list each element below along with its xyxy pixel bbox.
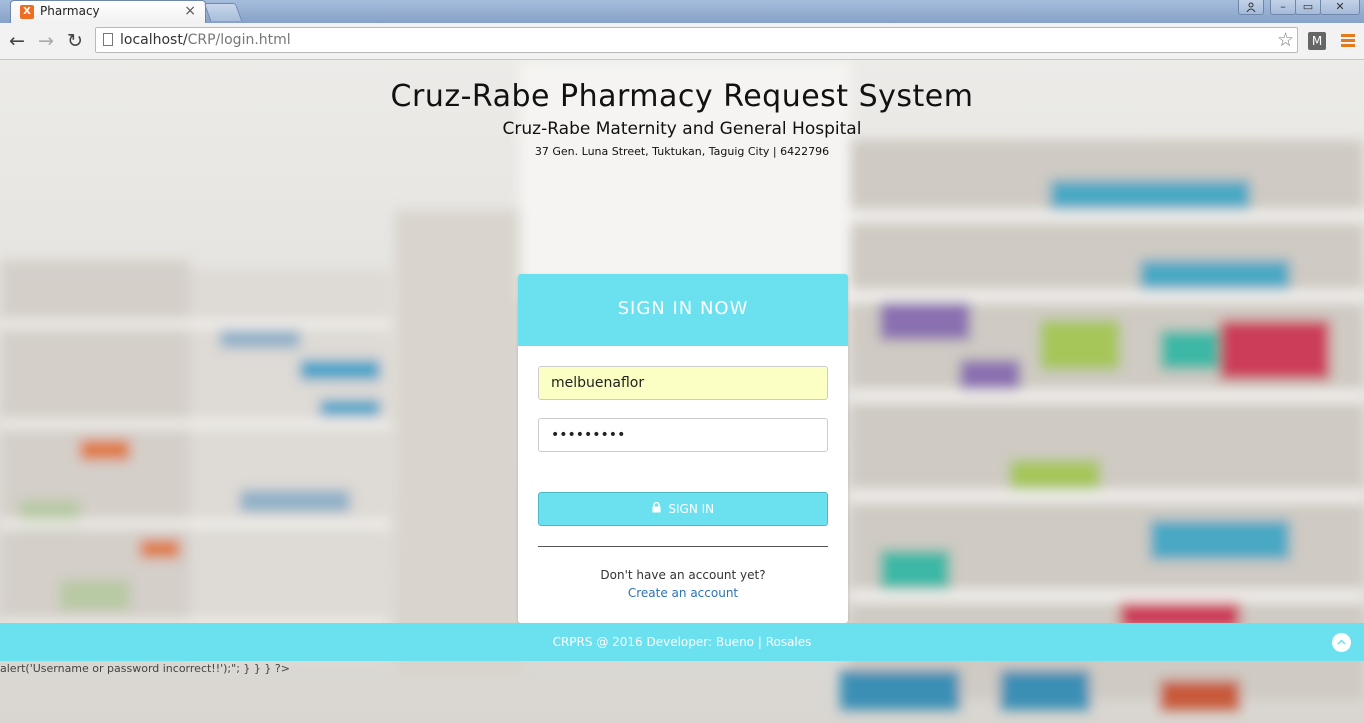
bookmark-star-icon[interactable]: ☆ (1277, 29, 1294, 51)
site-header: Cruz-Rabe Pharmacy Request System Cruz-R… (0, 78, 1364, 160)
window-minimize-button[interactable]: – (1270, 0, 1296, 15)
no-account-text: Don't have an account yet? (600, 568, 766, 582)
browser-menu-icon[interactable] (1341, 34, 1355, 48)
scroll-to-top-icon[interactable] (1332, 633, 1351, 652)
xampp-favicon-icon: X (20, 5, 34, 19)
login-card: SIGN IN NOW SIGN IN Don't have an accoun… (518, 274, 848, 623)
tab-close-icon[interactable]: × (184, 3, 196, 19)
page-title: Cruz-Rabe Pharmacy Request System (390, 79, 974, 114)
sign-in-button[interactable]: SIGN IN (538, 492, 828, 526)
window-maximize-button[interactable]: ▭ (1295, 0, 1321, 15)
sign-in-label: SIGN IN (668, 502, 715, 516)
login-heading: SIGN IN NOW (518, 274, 848, 346)
hospital-address: 37 Gen. Luna Street, Tuktukan, Taguig Ci… (534, 145, 830, 158)
lock-icon (652, 501, 665, 516)
window-user-icon[interactable] (1238, 0, 1264, 15)
address-bar[interactable]: localhost/CRP/login.html ☆ (95, 27, 1298, 53)
reload-icon[interactable]: ↻ (64, 30, 86, 52)
create-account-link[interactable]: Create an account (518, 586, 848, 600)
tab-title: Pharmacy (40, 4, 100, 18)
browser-tab[interactable]: X Pharmacy × (10, 0, 206, 23)
footer-text: CRPRS @ 2016 Developer: Bueno | Rosales (552, 635, 812, 649)
back-icon[interactable]: ← (6, 30, 28, 52)
page-icon (103, 33, 113, 46)
debug-output-text: alert('Username or password incorrect!!'… (0, 662, 290, 675)
window-close-button[interactable]: ✕ (1320, 0, 1360, 15)
forward-icon[interactable]: → (35, 30, 57, 52)
browser-tabbar: X Pharmacy × – ▭ ✕ (0, 0, 1364, 23)
password-input[interactable] (538, 418, 828, 452)
browser-toolbar: ← → ↻ localhost/CRP/login.html ☆ M (0, 23, 1364, 60)
extension-m-icon[interactable]: M (1308, 32, 1326, 50)
footer: CRPRS @ 2016 Developer: Bueno | Rosales (0, 623, 1364, 661)
page: Cruz-Rabe Pharmacy Request System Cruz-R… (0, 60, 1364, 723)
username-input[interactable] (538, 366, 828, 400)
address-url[interactable]: localhost/CRP/login.html (120, 32, 291, 48)
page-subtitle: Cruz-Rabe Maternity and General Hospital (502, 119, 862, 139)
divider (538, 546, 828, 547)
new-tab-button[interactable] (203, 3, 243, 21)
